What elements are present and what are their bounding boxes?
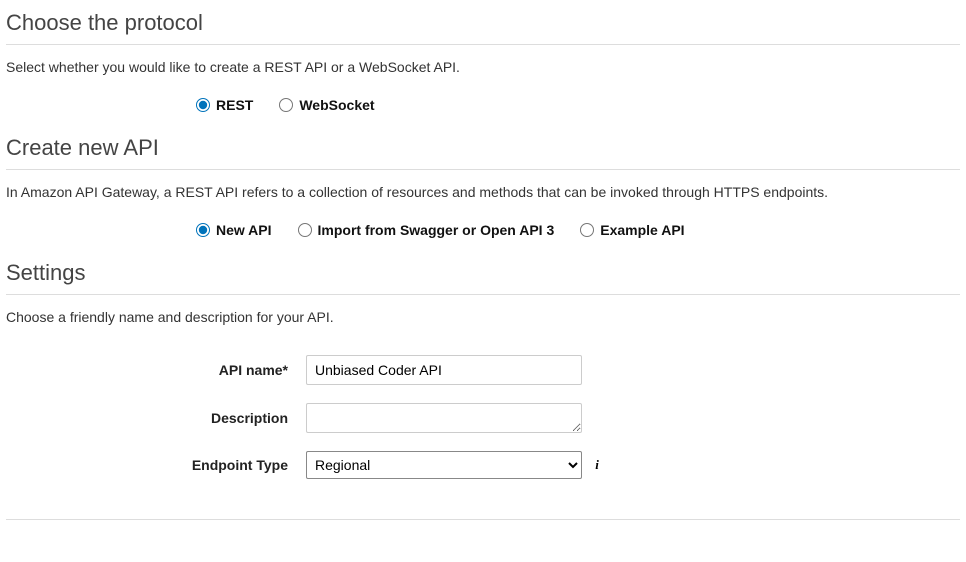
protocol-heading: Choose the protocol — [6, 10, 960, 36]
settings-form: API name* Description Endpoint Type Regi… — [6, 355, 960, 479]
create-api-heading: Create new API — [6, 135, 960, 161]
description-row: Description — [6, 403, 960, 433]
create-api-rule — [6, 169, 960, 170]
protocol-option-rest[interactable]: REST — [196, 97, 253, 113]
settings-description: Choose a friendly name and description f… — [6, 309, 960, 325]
create-api-option-new[interactable]: New API — [196, 222, 272, 238]
protocol-radio-group: REST WebSocket — [196, 97, 960, 113]
create-api-label-new: New API — [216, 222, 272, 238]
create-api-label-example: Example API — [600, 222, 684, 238]
endpoint-type-label: Endpoint Type — [6, 457, 306, 473]
endpoint-type-select[interactable]: Regional — [306, 451, 582, 479]
protocol-description: Select whether you would like to create … — [6, 59, 960, 75]
protocol-rule — [6, 44, 960, 45]
bottom-rule — [6, 519, 960, 520]
protocol-radio-rest[interactable] — [196, 98, 210, 112]
endpoint-type-row: Endpoint Type Regional i — [6, 451, 960, 479]
description-label: Description — [6, 410, 306, 426]
protocol-radio-websocket[interactable] — [279, 98, 293, 112]
create-api-option-import[interactable]: Import from Swagger or Open API 3 — [298, 222, 555, 238]
protocol-option-websocket[interactable]: WebSocket — [279, 97, 374, 113]
description-input[interactable] — [306, 403, 582, 433]
protocol-label-rest: REST — [216, 97, 253, 113]
api-name-label: API name* — [6, 362, 306, 378]
create-api-radio-example[interactable] — [580, 223, 594, 237]
settings-heading: Settings — [6, 260, 960, 286]
create-api-radio-group: New API Import from Swagger or Open API … — [196, 222, 960, 238]
protocol-label-websocket: WebSocket — [299, 97, 374, 113]
create-api-option-example[interactable]: Example API — [580, 222, 684, 238]
create-api-description: In Amazon API Gateway, a REST API refers… — [6, 184, 960, 200]
api-name-input[interactable] — [306, 355, 582, 385]
create-api-radio-import[interactable] — [298, 223, 312, 237]
settings-rule — [6, 294, 960, 295]
api-name-row: API name* — [6, 355, 960, 385]
create-api-label-import: Import from Swagger or Open API 3 — [318, 222, 555, 238]
info-icon[interactable]: i — [590, 458, 604, 472]
create-api-radio-new[interactable] — [196, 223, 210, 237]
